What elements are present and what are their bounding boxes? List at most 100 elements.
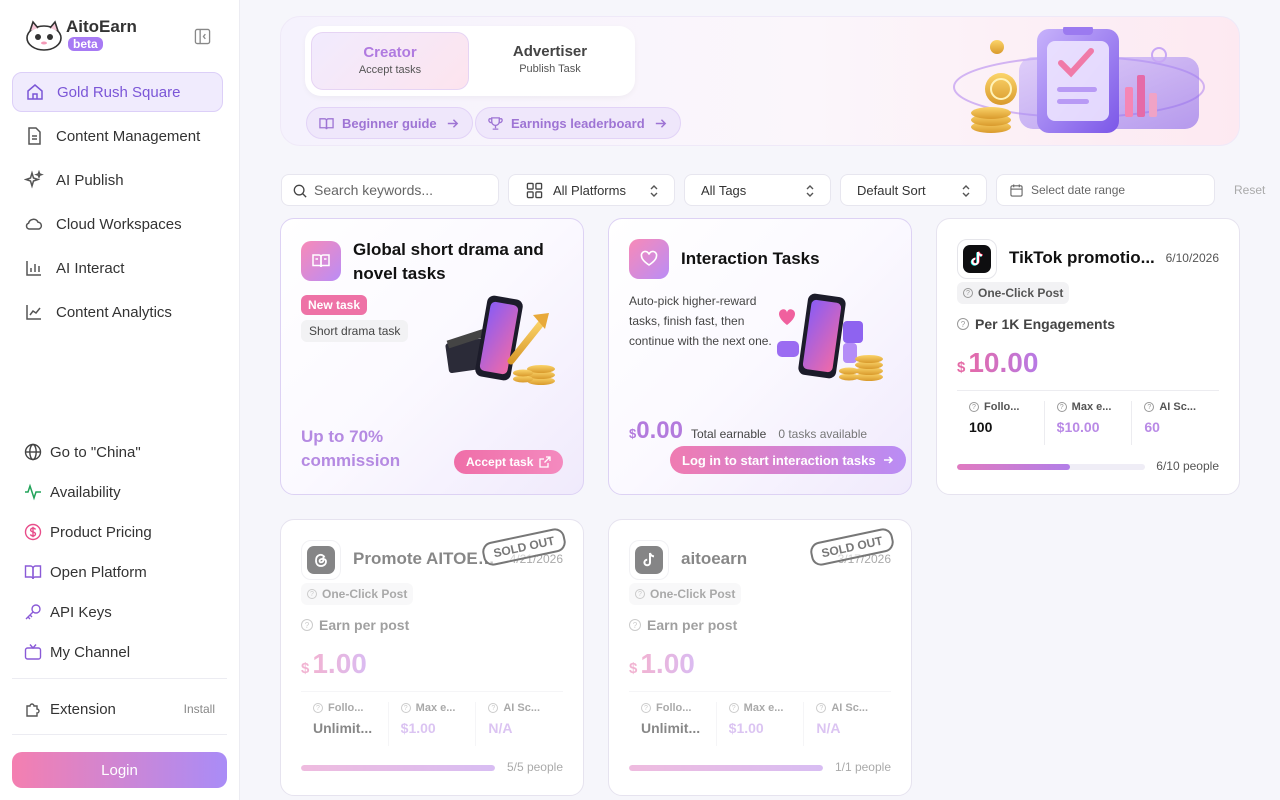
help-icon: ?: [635, 589, 645, 599]
hero-banner: Creator Accept tasks Advertiser Publish …: [280, 16, 1240, 146]
role-tab-advertiser[interactable]: Advertiser Publish Task: [471, 32, 629, 90]
sidebar-item-gold-rush-square[interactable]: Gold Rush Square: [12, 72, 223, 112]
interaction-description: Auto-pick higher-reward tasks, finish fa…: [629, 294, 772, 348]
sidebar-item-label: Gold Rush Square: [57, 83, 181, 101]
price-currency: $: [629, 660, 638, 677]
stat-label: AI Sc...: [831, 702, 869, 714]
stat-value: $1.00: [728, 720, 764, 736]
sidebar-item-label: Content Management: [56, 127, 201, 145]
sidebar-item-label: AI Publish: [56, 171, 124, 189]
external-link-icon: [539, 456, 552, 468]
task-price: $ 1.00: [301, 648, 367, 680]
stat-value: $1.00: [400, 720, 436, 736]
grid-icon: [526, 182, 543, 199]
sidebar-link-my-channel[interactable]: My Channel: [24, 640, 130, 664]
task-price: $ 1.00: [629, 648, 695, 680]
bar-chart-icon: [26, 261, 41, 276]
price-currency: $: [301, 660, 310, 677]
task-price: $ 10.00: [957, 347, 1038, 379]
sidebar-item-cloud-workspaces[interactable]: Cloud Workspaces: [12, 204, 223, 244]
collapse-sidebar-icon[interactable]: [194, 28, 211, 45]
stat-label: Max e...: [743, 702, 784, 714]
book-open-icon: [319, 117, 334, 129]
sidebar-link-extension[interactable]: Extension: [24, 697, 116, 721]
search-placeholder: Search keywords...: [314, 182, 434, 198]
earnings-leaderboard-label: Earnings leaderboard: [511, 115, 645, 131]
task-stats: ? Follo... Unlimit... ? Max e... $1.00 ? AI S…: [301, 702, 563, 746]
price-amount: 10.00: [968, 347, 1039, 378]
arrow-right-icon: [447, 118, 458, 128]
extension-label: Extension: [50, 700, 116, 718]
task-card[interactable]: Promote AITOEARN 4/21/2026 ? One-Click Po…: [280, 519, 584, 796]
stat-followers: ? Follo... Unlimit...: [629, 702, 717, 746]
tiktok-icon: [643, 552, 655, 567]
sidebar-link-availability[interactable]: Availability: [24, 480, 121, 504]
pricing-metric-label: Earn per post: [647, 617, 738, 633]
earnings-leaderboard-link[interactable]: Earnings leaderboard: [475, 107, 681, 139]
sidebar-link-open-platform[interactable]: Open Platform: [24, 560, 147, 584]
platform-select[interactable]: All Platforms: [508, 174, 675, 206]
activity-icon: [25, 483, 41, 501]
sidebar-divider: [12, 678, 227, 679]
phone-likes-illustration: [777, 293, 883, 381]
sort-select-value: Default Sort: [857, 182, 926, 198]
task-title: TikTok promotio...: [1009, 248, 1155, 267]
task-card[interactable]: aitoearn 3/17/2026 ? One-Click Post ? Earn…: [608, 519, 912, 796]
task-card[interactable]: TikTok promotio... 6/10/2026 ? One-Click …: [936, 218, 1240, 495]
login-button[interactable]: Login: [12, 752, 227, 788]
sidebar-item-content-management[interactable]: Content Management: [12, 116, 223, 156]
interaction-earnings: $ 0.00 Total earnable 0 tasks available: [629, 417, 867, 445]
stat-label: Follo...: [328, 702, 364, 714]
tv-icon: [24, 644, 42, 660]
interaction-card-icon: [629, 239, 669, 279]
price-amount: 1.00: [640, 648, 695, 679]
sidebar-link-label: API Keys: [50, 603, 112, 621]
start-interaction-tasks-button[interactable]: Log in to start interaction tasks: [670, 446, 906, 474]
stat-value: N/A: [816, 720, 841, 736]
people-count: 5/5 people: [506, 760, 563, 774]
tasks-available-count: 0 tasks available: [778, 427, 868, 441]
app-logo[interactable]: AitoEarn beta: [24, 18, 137, 52]
sidebar-link-go-to-china[interactable]: Go to "China": [24, 440, 141, 464]
role-tab-creator[interactable]: Creator Accept tasks: [311, 32, 469, 90]
key-icon: [25, 604, 41, 620]
sidebar-link-api-keys[interactable]: API Keys: [24, 600, 112, 624]
stat-value: Unlimit...: [313, 720, 373, 736]
sidebar-link-product-pricing[interactable]: Product Pricing: [24, 520, 152, 544]
sidebar: AitoEarn beta Gold Rush Square Content M…: [0, 0, 240, 800]
help-icon: ?: [307, 589, 317, 599]
accept-task-label: Accept task: [466, 455, 534, 469]
date-range-picker[interactable]: Select date range: [996, 174, 1215, 206]
drama-task-card[interactable]: Global short drama and novel tasks New t…: [280, 218, 584, 495]
tags-select[interactable]: All Tags: [684, 174, 831, 206]
beta-badge: beta: [68, 37, 103, 51]
accept-task-button[interactable]: Accept task: [454, 450, 564, 474]
card-divider: [957, 390, 1219, 391]
search-input[interactable]: Search keywords...: [281, 174, 499, 206]
task-progress-bar: [629, 765, 823, 771]
chevron-up-down-icon: [962, 185, 970, 197]
extension-install-link[interactable]: Install: [184, 702, 215, 716]
pricing-metric-label: Per 1K Engagements: [975, 316, 1116, 332]
reset-filters-button[interactable]: Reset: [1234, 183, 1265, 197]
beginner-guide-link[interactable]: Beginner guide: [306, 107, 473, 139]
interaction-task-card[interactable]: Interaction Tasks Auto-pick higher-rewar…: [608, 218, 912, 495]
book-open-icon: [312, 254, 330, 268]
progress-fill: [629, 765, 823, 771]
platform-logo: [629, 540, 669, 580]
sidebar-item-ai-publish[interactable]: AI Publish: [12, 160, 223, 200]
app-root: AitoEarn beta Gold Rush Square Content M…: [0, 0, 1280, 800]
sort-select[interactable]: Default Sort: [840, 174, 987, 206]
beginner-guide-label: Beginner guide: [342, 115, 437, 131]
role-subtitle: Publish Task: [519, 63, 581, 75]
price-currency: $: [957, 359, 966, 376]
stat-label: Max e...: [415, 702, 456, 714]
help-icon: ?: [963, 288, 973, 298]
sidebar-item-content-analytics[interactable]: Content Analytics: [12, 292, 223, 332]
sidebar-item-ai-interact[interactable]: AI Interact: [12, 248, 223, 288]
help-icon: ?: [957, 318, 969, 330]
line-chart-icon: [26, 305, 41, 320]
pricing-metric-label: Earn per post: [319, 617, 410, 633]
help-icon: ?: [969, 402, 979, 412]
role-subtitle: Accept tasks: [358, 64, 422, 76]
